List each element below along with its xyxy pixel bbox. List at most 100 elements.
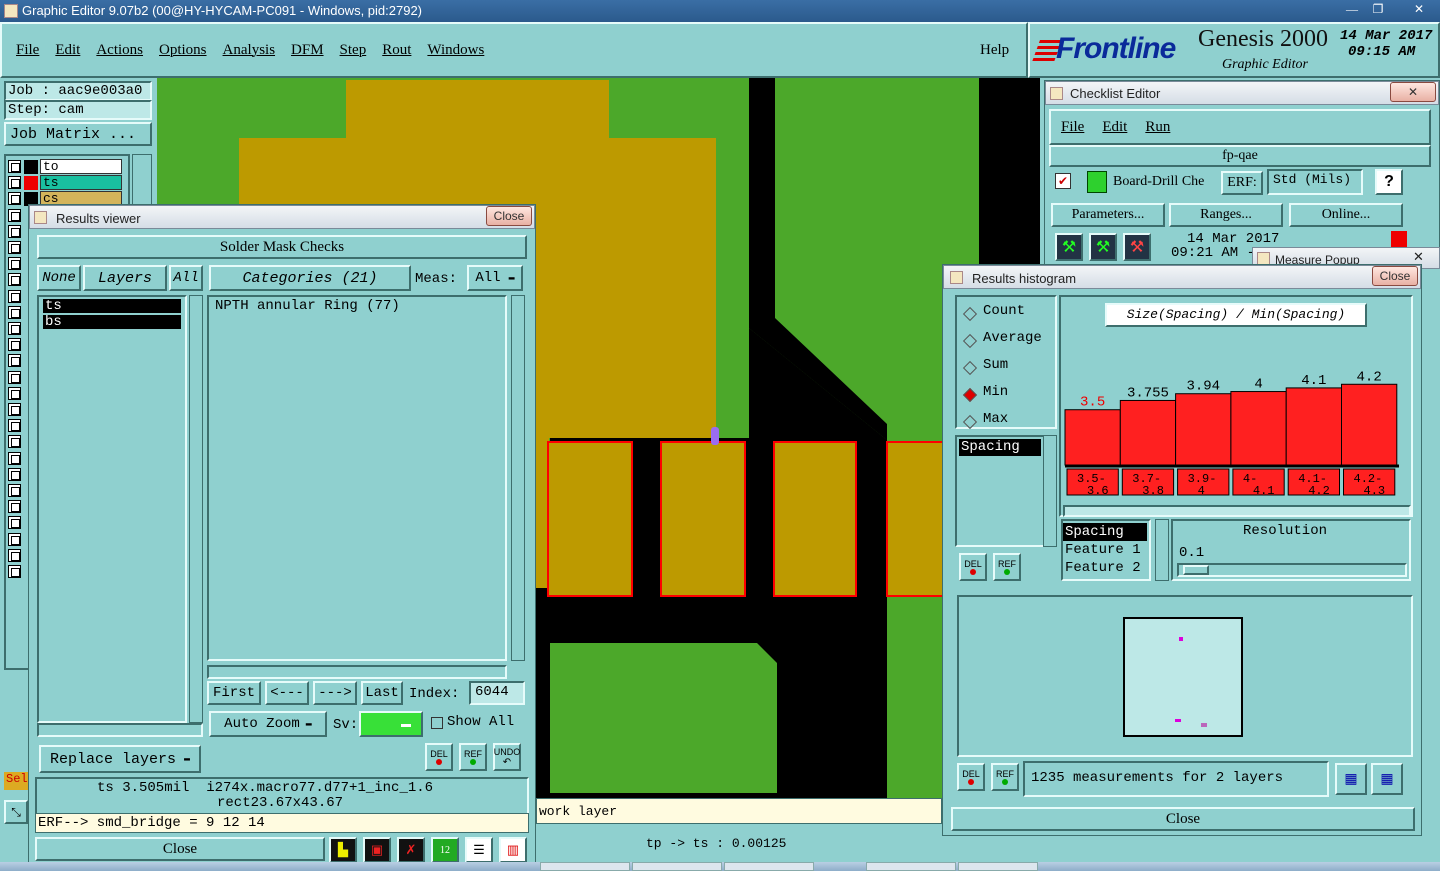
histogram-export-icon[interactable]: ▦ — [1335, 763, 1367, 795]
layer-affected-checkbox[interactable] — [8, 257, 21, 271]
index-field[interactable]: 6044 — [469, 681, 525, 705]
meas-dropdown[interactable]: All ▬ — [467, 265, 523, 291]
taskbar-item-4[interactable] — [866, 862, 956, 871]
layer-affected-checkbox[interactable] — [8, 241, 21, 254]
window-close-button[interactable]: ✕ — [1404, 2, 1434, 17]
layers-label-button[interactable]: Layers — [83, 265, 167, 291]
field-feature-2[interactable]: Feature 2 — [1063, 559, 1149, 577]
histogram-hscroll[interactable] — [1063, 505, 1411, 517]
categories-scrollbar[interactable] — [511, 295, 525, 661]
mode-radio-sum[interactable] — [962, 360, 978, 376]
next-button[interactable]: ---> — [313, 681, 357, 705]
field-spacing[interactable]: Spacing — [1063, 523, 1147, 541]
layer-name-to[interactable]: to — [40, 159, 122, 174]
histogram-bar[interactable] — [1230, 391, 1287, 466]
histogram-bottom-del-button[interactable]: DEL — [957, 763, 985, 791]
window-minimize-button[interactable]: — — [1340, 2, 1364, 17]
menu-windows[interactable]: Windows — [427, 42, 484, 59]
mode-radio-max[interactable] — [962, 414, 978, 430]
checklist-row-checkbox[interactable]: ✔ — [1055, 173, 1071, 189]
histogram-fields-scrollbar[interactable] — [1155, 519, 1169, 581]
histogram-ref-button[interactable]: REF — [993, 553, 1021, 581]
histogram-list-scrollbar[interactable] — [1043, 435, 1057, 547]
checklist-close-button[interactable]: ✕ — [1390, 82, 1436, 102]
replace-layers-dropdown[interactable]: Replace layers ▬ — [39, 745, 201, 773]
results-viewer-close-button[interactable]: Close — [35, 837, 325, 861]
layer-affected-checkbox[interactable] — [8, 548, 21, 562]
histogram-bar[interactable] — [1175, 393, 1232, 466]
show-all-checkbox[interactable] — [431, 717, 443, 729]
histogram-close-x-button[interactable]: Close — [1372, 266, 1418, 286]
field-feature-1[interactable]: Feature 1 — [1063, 541, 1149, 559]
histogram-bar[interactable] — [1119, 399, 1177, 466]
run-check-2-icon[interactable]: ⚒ — [1089, 233, 1117, 261]
layer-affected-checkbox[interactable] — [8, 484, 21, 497]
mode-radio-average[interactable] — [962, 333, 978, 349]
layer-affected-checkbox[interactable] — [8, 176, 21, 190]
run-check-3-icon[interactable]: ⚒ — [1123, 233, 1151, 261]
layer-affected-checkbox[interactable] — [8, 224, 21, 238]
histogram-del-button[interactable]: DEL — [959, 553, 987, 581]
layer-affected-checkbox[interactable] — [8, 565, 21, 578]
histogram-bar[interactable] — [1341, 383, 1398, 466]
taskbar-item-3[interactable] — [724, 862, 814, 871]
result-layers-hscroll[interactable] — [37, 723, 203, 737]
layer-affected-checkbox[interactable] — [8, 532, 21, 546]
layer-affected-checkbox[interactable] — [8, 273, 21, 287]
resolution-slider[interactable] — [1177, 563, 1407, 577]
histogram-close-button[interactable]: Close — [951, 807, 1415, 831]
last-button[interactable]: Last — [361, 681, 403, 705]
viewer-del-button[interactable]: DEL — [425, 743, 453, 771]
histogram-bar[interactable] — [1285, 387, 1342, 466]
layer-affected-checkbox[interactable] — [8, 305, 21, 319]
auto-zoom-dropdown[interactable]: Auto Zoom ▬ — [209, 711, 327, 737]
histogram-export-2-icon[interactable]: ▦ — [1371, 763, 1403, 795]
layer-affected-checkbox[interactable] — [8, 435, 21, 449]
layer-affected-checkbox[interactable] — [8, 419, 21, 433]
viewer-undo-button[interactable]: UNDO ↶ — [493, 743, 521, 771]
menu-rout[interactable]: Rout — [382, 42, 411, 59]
histogram-bar[interactable] — [1064, 409, 1121, 466]
result-layer-bs[interactable]: bs — [43, 315, 181, 329]
layers-all-button[interactable]: All — [169, 265, 203, 291]
layer-affected-checkbox[interactable] — [8, 403, 21, 416]
checklist-erf-value[interactable]: Std (Mils) — [1267, 169, 1363, 195]
menu-analysis[interactable]: Analysis — [223, 42, 276, 59]
checklist-menu-run[interactable]: Run — [1145, 119, 1170, 136]
results-viewer-close-x-button[interactable]: Close — [486, 206, 532, 226]
layer-affected-checkbox[interactable] — [8, 208, 21, 222]
menu-actions[interactable]: Actions — [96, 42, 143, 59]
layer-affected-checkbox[interactable] — [8, 386, 21, 400]
layer-tool-icon[interactable]: ▣ — [363, 837, 391, 863]
mode-radio-count[interactable] — [962, 306, 978, 322]
checklist-action-icon[interactable] — [1087, 171, 1107, 193]
chart-tool-icon[interactable]: ▥ — [499, 837, 527, 863]
sv-color-dropdown[interactable]: ▬ — [359, 711, 423, 737]
taskbar-item-5[interactable] — [958, 862, 1038, 871]
measure-popup-close-button[interactable]: ✕ — [1413, 249, 1424, 265]
layer-affected-checkbox[interactable] — [8, 451, 21, 465]
resolution-slider-thumb[interactable] — [1183, 565, 1209, 575]
highlight-tool-icon[interactable]: ▙ — [329, 837, 357, 863]
menu-edit[interactable]: Edit — [55, 42, 80, 59]
categories-hscroll[interactable] — [207, 665, 507, 679]
first-button[interactable]: First — [207, 681, 261, 705]
result-layers-scrollbar[interactable] — [189, 295, 203, 723]
layer-affected-checkbox[interactable] — [8, 467, 21, 481]
layer-affected-checkbox[interactable] — [8, 370, 21, 384]
category-item[interactable]: NPTH annular Ring (77) — [212, 297, 505, 315]
layer-affected-checkbox[interactable] — [8, 289, 21, 303]
taskbar-item-1[interactable] — [540, 862, 630, 871]
parameters-button[interactable]: Parameters... — [1051, 203, 1165, 227]
layer-affected-checkbox[interactable] — [8, 500, 21, 514]
layer-name-ts[interactable]: ts — [40, 175, 122, 190]
menu-options[interactable]: Options — [159, 42, 207, 59]
menu-step[interactable]: Step — [340, 42, 367, 59]
run-check-icon[interactable]: ⚒ — [1055, 233, 1083, 261]
job-matrix-button[interactable]: Job Matrix ... — [4, 122, 152, 146]
categories-button[interactable]: Categories (21) — [209, 265, 411, 291]
layer-affected-checkbox[interactable] — [8, 160, 21, 173]
delete-marker-icon[interactable]: ✗ — [397, 837, 425, 863]
histogram-list-item[interactable]: Spacing — [959, 439, 1041, 456]
layer-affected-checkbox[interactable] — [8, 322, 21, 335]
